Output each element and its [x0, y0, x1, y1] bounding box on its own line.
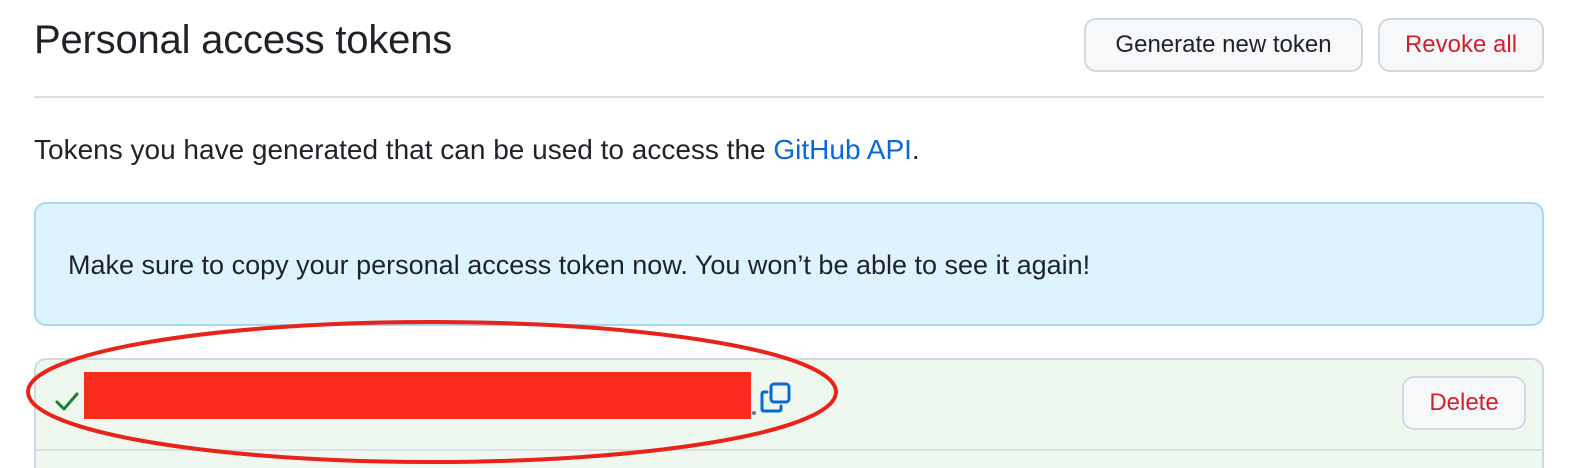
token-value-redacted[interactable] [84, 372, 751, 419]
token-row-divider [36, 449, 1542, 451]
github-api-link[interactable]: GitHub API [773, 134, 912, 165]
copy-icon[interactable] [758, 380, 794, 416]
token-value-trailing-dot [752, 411, 756, 415]
intro-text-after-link: . [911, 134, 920, 165]
header-divider [34, 96, 1544, 98]
generate-new-token-button[interactable]: Generate new token [1084, 18, 1363, 72]
revoke-all-button[interactable]: Revoke all [1378, 18, 1544, 72]
intro-text: Tokens you have generated that can be us… [34, 134, 920, 166]
personal-access-tokens-page: Personal access tokens Generate new toke… [0, 0, 1594, 468]
delete-token-button[interactable]: Delete [1402, 376, 1526, 430]
check-icon [55, 392, 79, 411]
copy-token-flash-notice: Make sure to copy your personal access t… [34, 202, 1544, 326]
intro-text-before-link: Tokens you have generated that can be us… [34, 134, 774, 165]
flash-message: Make sure to copy your personal access t… [68, 250, 1091, 280]
page-title: Personal access tokens [34, 18, 453, 62]
